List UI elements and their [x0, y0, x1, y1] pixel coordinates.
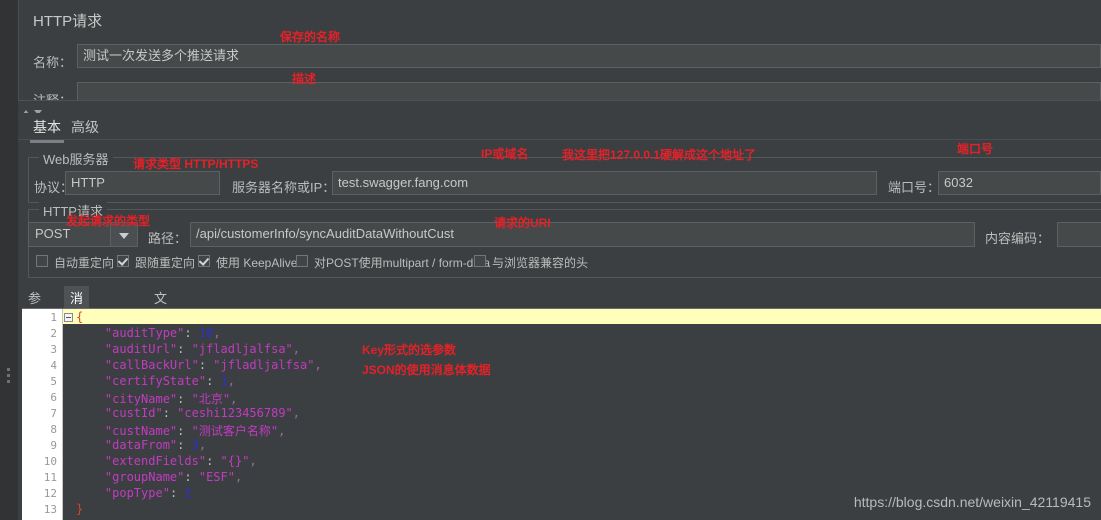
body-data-editor[interactable]: 1 2 3 4 5 6 7 8 9 10 11 12 13 { "auditTy… — [22, 308, 1101, 520]
annotation-description: 描述 — [292, 72, 317, 86]
protocol-input[interactable]: HTTP — [65, 171, 220, 195]
code-line: "custName": "测试客户名称", — [104, 424, 286, 438]
code-line: } — [76, 502, 84, 516]
name-label: 名称： — [33, 55, 73, 70]
port-input[interactable]: 6032 — [938, 171, 1101, 195]
encoding-label: 内容编码： — [985, 231, 1051, 246]
annotation-saved-name: 保存的名称 — [280, 30, 341, 44]
annotation-request-type: 请求类型 HTTP/HTTPS — [133, 157, 259, 171]
line-number: 12 — [43, 487, 57, 500]
line-number: 9 — [50, 439, 57, 452]
code-line: "auditUrl": "jfladljalfsa", — [104, 342, 301, 356]
server-input[interactable]: test.swagger.fang.com — [332, 171, 877, 195]
server-label: 服务器名称或IP： — [232, 180, 336, 195]
checkbox-label: 跟随重定向 — [135, 256, 196, 270]
path-label: 路径： — [148, 231, 188, 246]
code-line: "auditType": 16, — [104, 326, 221, 340]
editor-gutter: 1 2 3 4 5 6 7 8 9 10 11 12 13 — [22, 309, 63, 520]
annotation-uri-note: 请求的URI — [494, 216, 551, 230]
annotation-key-params: Key形式的选参数 — [362, 343, 457, 357]
checkbox-box[interactable] — [36, 255, 48, 267]
port-label: 端口号： — [888, 180, 941, 195]
line-number: 4 — [50, 359, 57, 372]
watermark: https://blog.csdn.net/weixin_42119415 — [853, 494, 1091, 510]
checkbox-box[interactable] — [117, 255, 129, 267]
code-line: "popType": 2 — [104, 486, 192, 500]
checkbox-label: 与浏览器兼容的头 — [492, 256, 589, 270]
code-line: "callBackUrl": "jfladljalfsa", — [104, 358, 322, 372]
tab-basic[interactable]: 基本 — [28, 115, 66, 143]
path-input[interactable]: /api/customerInfo/syncAuditDataWithoutCu… — [190, 222, 975, 247]
checkbox-box[interactable] — [198, 255, 210, 267]
annotation-method-note: 发起请求的类型 — [66, 214, 151, 228]
line-number: 8 — [50, 423, 57, 436]
code-line: "extendFields": "{}", — [104, 454, 257, 468]
code-line: { — [76, 310, 84, 324]
web-server-legend: Web服务器 — [39, 149, 113, 168]
line-number: 2 — [50, 327, 57, 340]
name-input[interactable]: 测试一次发送多个推送请求 — [77, 44, 1101, 68]
code-line: "cityName": "北京", — [104, 392, 238, 406]
line-number: 3 — [50, 343, 57, 356]
annotation-port-note: 端口号 — [957, 142, 994, 156]
tab-advanced[interactable]: 高级 — [66, 115, 104, 139]
code-line: "custId": "ceshi123456789", — [104, 406, 300, 420]
code-line: "certifyState": 1, — [104, 374, 235, 388]
left-rail — [0, 0, 18, 520]
jmeter-http-request-panel: HTTP请求 名称： 测试一次发送多个推送请求 注释： 基本 高级 Web服务器… — [0, 0, 1101, 520]
line-number: 10 — [43, 455, 57, 468]
main-tabs: 基本 高级 — [18, 113, 1101, 143]
line-number: 13 — [43, 503, 57, 516]
splitter-handle-dots[interactable] — [7, 368, 11, 384]
line-number: 1 — [50, 311, 57, 324]
checkbox-label: 使用 KeepAlive — [216, 256, 298, 270]
checkbox-label: 自动重定向 — [54, 256, 115, 270]
code-line: "groupName": "ESF", — [104, 470, 243, 484]
line-number: 11 — [43, 471, 57, 484]
chevron-down-icon — [119, 233, 129, 239]
page-title: HTTP请求 — [33, 13, 103, 30]
current-line-highlight — [63, 309, 1101, 324]
request-header-panel: HTTP请求 名称： 测试一次发送多个推送请求 注释： — [18, 0, 1101, 108]
checkbox-box[interactable] — [474, 255, 486, 267]
line-number: 7 — [50, 407, 57, 420]
annotation-ip-or-domain: IP或域名 — [481, 147, 529, 161]
annotation-host-note: 我这里把127.0.0.1硬解成这个地址了 — [562, 148, 757, 162]
code-fold-toggle-icon[interactable] — [64, 313, 73, 322]
annotation-json-body: JSON的使用消息体数据 — [362, 363, 491, 377]
encoding-input[interactable] — [1057, 222, 1101, 247]
checkbox-label: 对POST使用multipart / form-data — [314, 256, 491, 270]
code-line: "dataFrom": 3, — [104, 438, 207, 452]
line-number: 5 — [50, 375, 57, 388]
line-number: 6 — [50, 391, 57, 404]
checkbox-box[interactable] — [296, 255, 308, 267]
